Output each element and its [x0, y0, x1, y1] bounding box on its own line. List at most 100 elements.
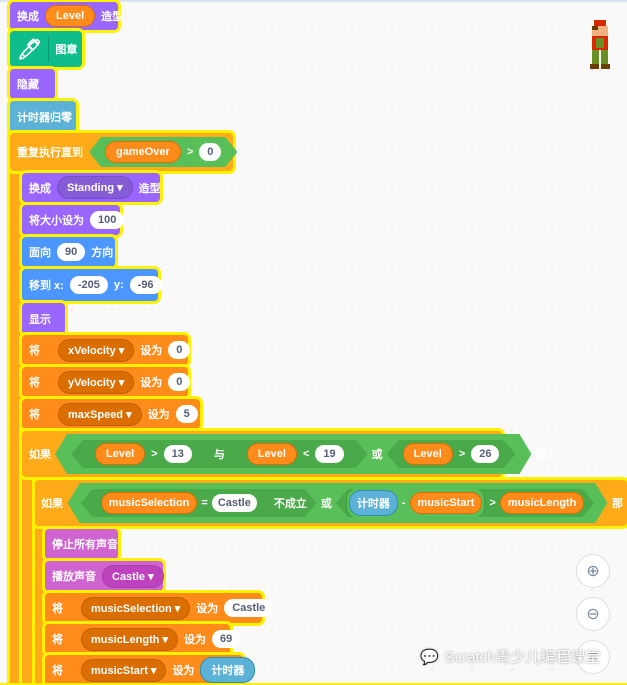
not-label: 不成立	[273, 498, 307, 510]
label: 设为	[196, 603, 219, 615]
zoom-out-icon[interactable]: ⊖	[576, 597, 610, 631]
value-input[interactable]: Castle	[212, 494, 257, 512]
then-label: 那么	[535, 449, 558, 461]
operator: >	[489, 497, 496, 509]
label: 设为	[140, 377, 163, 389]
label: 将	[29, 377, 40, 389]
label: 将	[29, 345, 40, 357]
level-reporter[interactable]: Level	[403, 443, 453, 465]
watermark: 💬 Scratch青少儿编程课堂	[420, 646, 601, 667]
switch-costume-block[interactable]: 换成 Level 造型	[10, 2, 123, 30]
label: 如果	[41, 498, 63, 510]
label: 设为	[184, 634, 207, 646]
variable-dropdown[interactable]: xVelocity ▾	[58, 338, 135, 362]
value-input[interactable]: 0	[168, 341, 191, 359]
pen-icon: 🖊	[17, 36, 50, 62]
reset-timer-block[interactable]: 计时器归零	[10, 101, 76, 132]
set-music-length-block[interactable]: 将 musicLength ▾ 设为 69	[45, 624, 241, 654]
label: y:	[113, 279, 124, 291]
label: 将	[52, 634, 63, 646]
value-input[interactable]: 13	[164, 445, 192, 463]
variable-dropdown[interactable]: yVelocity ▾	[58, 370, 135, 394]
lt-condition[interactable]: Level <19	[231, 440, 360, 468]
wechat-icon: 💬	[420, 648, 439, 666]
timer-reporter[interactable]: 计时器	[200, 657, 256, 683]
point-direction-block[interactable]: 面向 90 方向	[22, 237, 115, 267]
condition[interactable]: gameOver > 0	[89, 137, 237, 167]
gameover-reporter[interactable]: gameOver	[105, 141, 181, 163]
label: 如果	[29, 449, 51, 461]
x-input[interactable]: -205	[69, 276, 108, 294]
then-label: 那	[612, 498, 623, 510]
subtract-reporter[interactable]: 计时器 - musicStart	[346, 487, 486, 519]
equals-condition[interactable]: musicSelection = Castle	[88, 489, 270, 517]
gt-condition[interactable]: Level >26	[387, 440, 516, 468]
not-condition[interactable]: musicSelection = Castle 不成立	[81, 489, 317, 517]
label: 方向	[91, 247, 114, 259]
label: 造型	[138, 182, 161, 195]
operator: =	[201, 497, 208, 509]
stamp-block[interactable]: 🖊 图章	[10, 31, 82, 67]
play-sound-block[interactable]: 播放声音 Castle ▾	[45, 561, 164, 591]
value-input[interactable]: 0	[199, 143, 221, 161]
set-music-start-block[interactable]: 将 musicStart ▾ 设为 计时器	[45, 655, 256, 685]
value-input[interactable]: 0	[168, 373, 191, 391]
music-selection-reporter[interactable]: musicSelection	[101, 492, 198, 514]
operator: -	[401, 497, 406, 509]
value-input[interactable]: 5	[175, 405, 198, 423]
label: 重复执行直到	[17, 147, 83, 159]
stop-all-sounds-block[interactable]: 停止所有声音	[45, 529, 118, 559]
variable-dropdown[interactable]: maxSpeed ▾	[58, 402, 142, 426]
set-xvelocity-block[interactable]: 将 xVelocity ▾ 设为 0	[22, 335, 191, 365]
or-condition[interactable]: Level >13 与 Level <19 或 Level >26	[55, 434, 531, 474]
operator: >	[458, 448, 466, 460]
direction-input[interactable]: 90	[57, 243, 86, 261]
label: 设为	[172, 665, 195, 677]
variable-dropdown[interactable]: musicSelection ▾	[81, 596, 191, 620]
set-music-selection-block[interactable]: 将 musicSelection ▾ 设为 Castle	[45, 593, 274, 623]
set-size-block[interactable]: 将大小设为 100	[22, 205, 125, 235]
show-block[interactable]: 显示	[22, 303, 65, 334]
label: 设为	[147, 409, 170, 421]
label: 移到 x:	[29, 280, 64, 292]
operator: >	[186, 146, 194, 158]
value-input[interactable]: 26	[471, 445, 499, 463]
y-input[interactable]: -96	[129, 276, 162, 294]
value-input[interactable]: Castle	[224, 599, 274, 617]
level-reporter[interactable]: Level	[45, 5, 96, 27]
variable-dropdown[interactable]: musicLength ▾	[81, 627, 179, 651]
hide-block[interactable]: 隐藏	[10, 69, 55, 99]
set-maxspeed-block[interactable]: 将 maxSpeed ▾ 设为 5	[22, 399, 200, 429]
level-reporter[interactable]: Level	[95, 443, 145, 465]
label: 将	[52, 665, 63, 677]
if-music-block[interactable]: 如果 musicSelection = Castle 不成立 或 计时器 - mus…	[35, 480, 627, 526]
costume-dropdown[interactable]: Standing ▾	[57, 176, 133, 199]
sound-dropdown[interactable]: Castle ▾	[102, 564, 164, 588]
label: 造型	[101, 11, 124, 23]
if-level-block[interactable]: 如果 Level >13 与 Level <19 或 Level >26 那么	[22, 431, 557, 477]
gt-condition[interactable]: 计时器 - musicStart > musicLength	[336, 489, 594, 517]
mario-sprite-thumbnail	[590, 20, 610, 69]
music-start-reporter[interactable]: musicStart	[410, 492, 483, 514]
timer-reporter[interactable]: 计时器	[349, 490, 398, 516]
music-length-reporter[interactable]: musicLength	[500, 492, 584, 514]
and-condition[interactable]: Level >13 与 Level <19	[71, 440, 368, 468]
set-yvelocity-block[interactable]: 将 yVelocity ▾ 设为 0	[22, 367, 191, 397]
label: 播放声音	[52, 571, 96, 583]
goto-xy-block[interactable]: 移到 x: -205 y: -96	[22, 269, 162, 301]
label: 将大小设为	[29, 215, 84, 227]
switch-costume-standing-block[interactable]: 换成 Standing ▾ 造型	[22, 173, 161, 202]
label: 设为	[140, 345, 163, 357]
value-input[interactable]: 19	[315, 445, 343, 463]
variable-dropdown[interactable]: musicStart ▾	[81, 658, 167, 682]
level-reporter[interactable]: Level	[247, 443, 297, 465]
repeat-until-block[interactable]: 重复执行直到 gameOver > 0	[10, 133, 233, 171]
or-condition[interactable]: musicSelection = Castle 不成立 或 计时器 - musicS…	[68, 483, 608, 523]
label: 计时器归零	[17, 111, 72, 124]
value-input[interactable]: 69	[212, 630, 241, 648]
label: 将	[52, 603, 63, 615]
or-label: 或	[371, 449, 383, 461]
zoom-in-icon[interactable]: ⊕	[576, 554, 610, 588]
gt-condition[interactable]: Level >13	[79, 440, 208, 468]
size-input[interactable]: 100	[90, 211, 125, 229]
